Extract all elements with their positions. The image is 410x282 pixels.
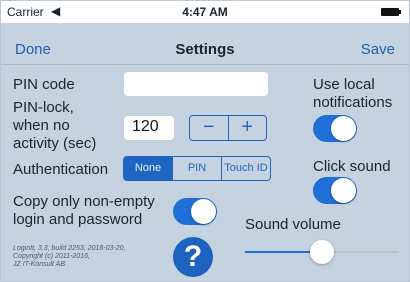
- slider-knob[interactable]: [310, 240, 334, 264]
- save-button[interactable]: Save: [361, 41, 395, 58]
- use-local-notifications-toggle[interactable]: [313, 115, 357, 142]
- sound-volume-label: Sound volume: [245, 216, 341, 233]
- decrement-button[interactable]: −: [190, 116, 229, 140]
- pin-lock-label-line3: activity (sec): [13, 135, 97, 152]
- pin-lock-label-line1: PIN-lock,: [13, 99, 74, 116]
- pin-code-label: PIN code: [13, 76, 75, 93]
- version-info: LoginIt, 3.3, build 2253, 2016-03-20, Co…: [13, 245, 173, 269]
- pin-code-field[interactable]: [123, 71, 269, 97]
- segment-pin[interactable]: PIN: [173, 157, 222, 180]
- pin-lock-seconds-field[interactable]: 120: [123, 115, 175, 141]
- copy-only-toggle[interactable]: [173, 198, 217, 225]
- version-line2: Copyright (c) 2011-2016,: [13, 253, 90, 260]
- authentication-label: Authentication: [13, 161, 109, 178]
- segment-touch-id[interactable]: Touch ID: [222, 157, 270, 180]
- copy-only-label-line2: login and password: [13, 211, 143, 228]
- copy-only-label-line1: Copy only non-empty: [13, 193, 155, 210]
- battery-icon: [381, 8, 401, 16]
- authentication-segmented-control[interactable]: None PIN Touch ID: [123, 156, 271, 181]
- version-line1: LoginIt, 3.3, build 2253, 2016-03-20,: [13, 245, 126, 252]
- status-time: 4:47 AM: [182, 5, 228, 19]
- pin-lock-stepper[interactable]: − +: [189, 115, 267, 141]
- page-title: Settings: [175, 41, 235, 58]
- help-question-icon[interactable]: ?: [173, 237, 213, 277]
- status-bar: Carrier ◀ 4:47 AM: [1, 1, 409, 23]
- settings-screen: Carrier ◀ 4:47 AM Done Settings Save PIN…: [0, 0, 410, 282]
- increment-button[interactable]: +: [229, 116, 267, 140]
- toggle-knob: [191, 199, 216, 224]
- use-local-notifications-label-line1: Use local: [313, 76, 375, 93]
- version-line3: JZ IT-Konsult AB: [13, 261, 66, 268]
- toggle-knob: [331, 116, 356, 141]
- pin-lock-label-line2: when no: [13, 117, 70, 134]
- segment-none[interactable]: None: [124, 157, 173, 180]
- navigation-bar: Done Settings Save: [1, 23, 409, 65]
- click-sound-toggle[interactable]: [313, 177, 357, 204]
- click-sound-label: Click sound: [313, 158, 391, 175]
- use-local-notifications-label-line2: notifications: [313, 94, 393, 111]
- toggle-knob: [331, 178, 356, 203]
